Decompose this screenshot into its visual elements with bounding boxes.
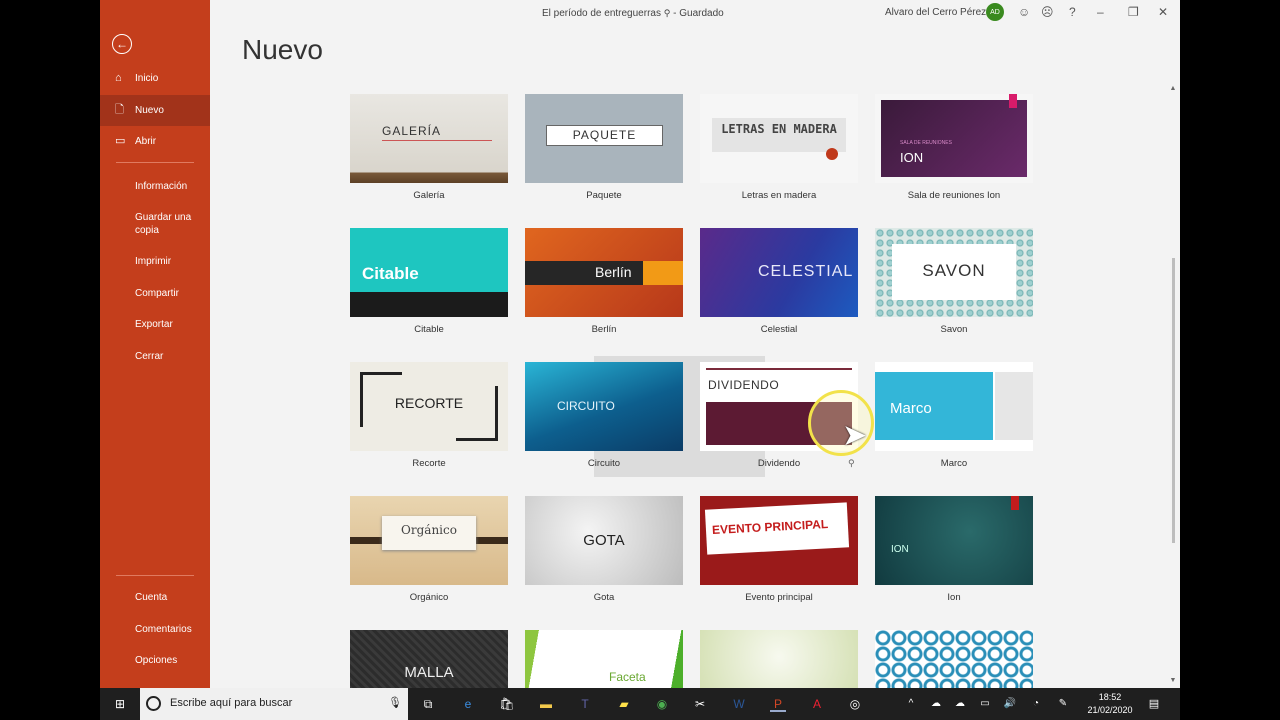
scroll-up-icon[interactable]: ▲	[1169, 85, 1177, 93]
clock[interactable]: 18:52 21/02/2020	[1085, 691, 1135, 717]
sidebar-item-imprimir[interactable]: Imprimir	[100, 255, 210, 268]
chrome-icon[interactable]: ◉	[654, 696, 670, 712]
smiley-icon[interactable]: ☺	[1018, 5, 1030, 19]
notifications-icon[interactable]: ▤	[1146, 696, 1162, 712]
template-thumbnail	[700, 630, 858, 688]
pin-icon[interactable]: ⚲	[848, 458, 855, 469]
minimize-icon[interactable]: –	[1097, 5, 1104, 19]
edge-icon[interactable]: e	[460, 696, 476, 712]
wifi-icon[interactable]: ◔	[1028, 696, 1044, 712]
template-thumbnail: GOTA	[525, 496, 683, 585]
recorder-icon[interactable]: ◎	[847, 696, 863, 712]
template-thumbnail: LETRAS EN MADERA	[700, 94, 858, 183]
sidebar-item-opciones[interactable]: Opciones	[100, 654, 210, 667]
sidebar-divider	[116, 575, 194, 576]
template-thumbnail	[875, 630, 1033, 688]
template-thumbnail: Orgánico	[350, 496, 508, 585]
template-thumbnail: MALLA	[350, 630, 508, 688]
template-thumbnail: CELESTIAL	[700, 228, 858, 317]
sidebar-item-nuevo[interactable]: 🗋 Nuevo	[100, 95, 210, 126]
restore-icon[interactable]: ❐	[1128, 5, 1139, 19]
title-bar: El período de entreguerras ⚲ - Guardado …	[210, 0, 1180, 26]
template-thumbnail: ION	[875, 496, 1033, 585]
tray-chevron-icon[interactable]: ^	[903, 696, 919, 712]
vertical-scrollbar[interactable]: ▲ ▼	[1167, 83, 1179, 688]
page-title: Nuevo	[242, 34, 323, 65]
acrobat-icon[interactable]: A	[809, 696, 825, 712]
mouse-pointer-icon: ➤	[842, 419, 868, 452]
home-icon: ⌂	[115, 72, 122, 84]
file-explorer-icon[interactable]: ▬	[538, 696, 554, 712]
windows-start-icon[interactable]: ⊞	[112, 696, 128, 712]
volume-icon[interactable]: 🔊	[1002, 696, 1018, 712]
close-icon[interactable]: ✕	[1158, 5, 1168, 19]
template-thumbnail: Berlín	[525, 228, 683, 317]
pen-icon[interactable]: ✎	[1055, 696, 1071, 712]
sidebar-divider	[116, 162, 194, 163]
template-thumbnail: PAQUETE	[525, 94, 683, 183]
folder-icon: ▭	[115, 135, 126, 147]
cortana-icon	[146, 696, 161, 711]
powerpoint-icon[interactable]: P	[770, 696, 786, 712]
person-icon: ⚲	[663, 8, 671, 18]
template-thumbnail: Citable	[350, 228, 508, 317]
template-thumbnail: CIRCUITO	[525, 362, 683, 451]
sidebar-item-cuenta[interactable]: Cuenta	[100, 591, 210, 604]
sidebar-item-exportar[interactable]: Exportar	[100, 318, 210, 331]
template-thumbnail: RECORTE	[350, 362, 508, 451]
store-icon[interactable]: 🛍	[499, 696, 515, 712]
task-view-icon[interactable]: ⧉	[420, 696, 436, 712]
battery-icon[interactable]: ▭	[977, 696, 993, 712]
template-thumbnail: SAVON	[875, 228, 1033, 317]
user-name[interactable]: Alvaro del Cerro Pérez	[885, 7, 986, 18]
sidebar-item-inicio[interactable]: ⌂ Inicio	[100, 72, 210, 85]
sidebar-item-abrir[interactable]: ▭ Abrir	[100, 135, 210, 148]
snipping-icon[interactable]: ✂	[692, 696, 708, 712]
backstage-sidebar: ← ⌂ Inicio 🗋 Nuevo ▭ Abrir Información G…	[100, 0, 210, 688]
microphone-icon[interactable]: 🎙	[388, 696, 402, 709]
new-document-icon: 🗋	[115, 104, 124, 116]
cloud-icon[interactable]: ☁	[928, 696, 944, 712]
powerpoint-backstage: ← ⌂ Inicio 🗋 Nuevo ▭ Abrir Información G…	[100, 0, 1180, 688]
template-thumbnail: Faceta	[525, 630, 683, 688]
help-icon[interactable]: ?	[1069, 5, 1076, 19]
teams-icon[interactable]: T	[577, 696, 593, 712]
template-thumbnail: SALA DE REUNIONES ION	[875, 94, 1033, 183]
template-thumbnail: EVENTO PRINCIPAL	[700, 496, 858, 585]
frown-icon[interactable]: ☹	[1041, 5, 1054, 19]
avatar[interactable]: AD	[986, 3, 1004, 21]
sidebar-item-compartir[interactable]: Compartir	[100, 287, 210, 300]
template-thumbnail: Marco	[875, 362, 1033, 451]
scrollbar-thumb[interactable]	[1172, 258, 1175, 543]
back-arrow-icon[interactable]: ←	[112, 34, 132, 54]
backstage-main: El período de entreguerras ⚲ - Guardado …	[210, 0, 1180, 688]
sidebar-item-comentarios[interactable]: Comentarios	[100, 623, 210, 636]
sidebar-item-cerrar[interactable]: Cerrar	[100, 350, 210, 363]
onedrive-icon[interactable]: ☁	[952, 696, 968, 712]
sticky-notes-icon[interactable]: ▰	[616, 696, 632, 712]
document-title: El período de entreguerras ⚲ - Guardado	[542, 8, 724, 19]
word-icon[interactable]: W	[731, 696, 747, 712]
template-thumbnail: GALERÍA	[350, 94, 508, 183]
sidebar-item-guardar-copia[interactable]: Guardar una copia	[100, 211, 200, 237]
windows-taskbar: ⊞ Escribe aquí para buscar 🎙 ⧉ e 🛍 ▬ T ▰…	[100, 688, 1180, 720]
scroll-down-icon[interactable]: ▼	[1169, 677, 1177, 685]
sidebar-item-informacion[interactable]: Información	[100, 180, 210, 193]
taskbar-search-input[interactable]: Escribe aquí para buscar 🎙	[140, 688, 408, 720]
